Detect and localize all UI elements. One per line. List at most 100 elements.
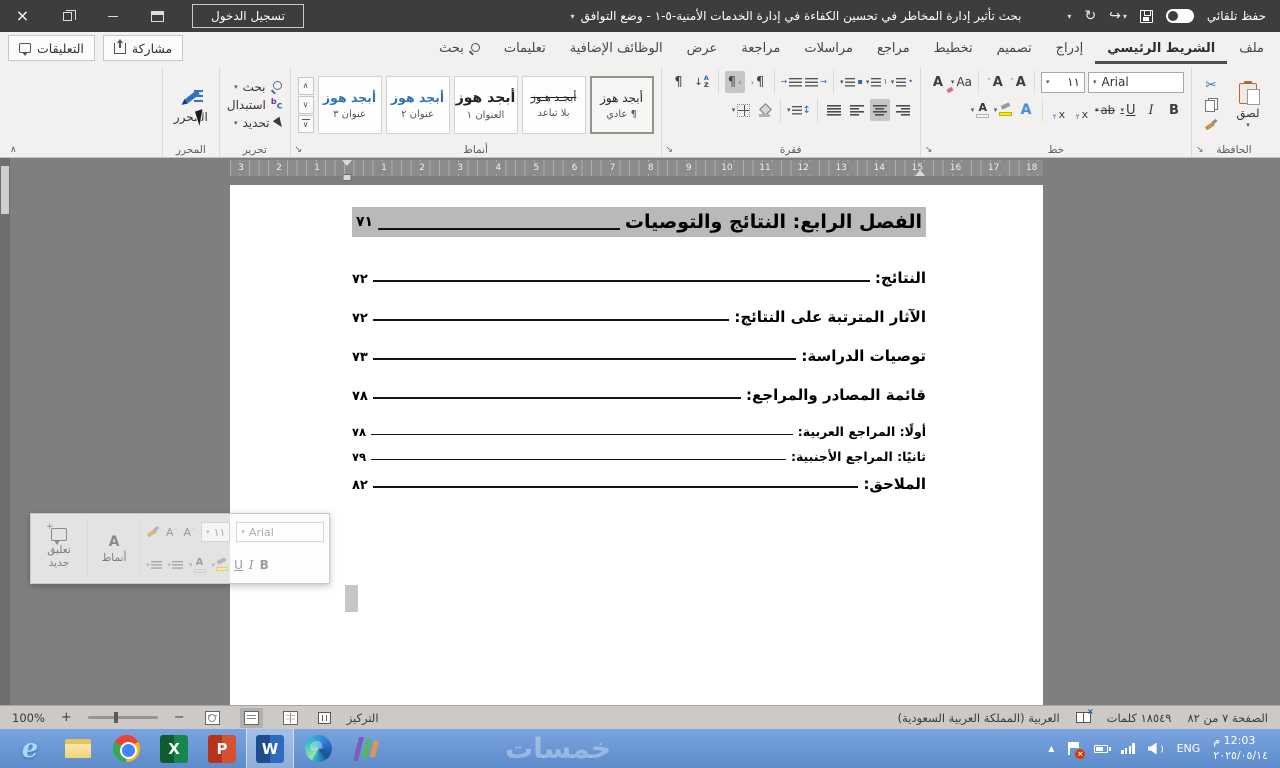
toc-entry[interactable]: قائمة المصادر والمراجع: ٧٨: [352, 378, 926, 404]
zoom-slider[interactable]: [87, 712, 158, 723]
clear-formatting-button[interactable]: A: [928, 71, 948, 93]
change-case-button[interactable]: Aa ▾: [951, 71, 972, 93]
toc-entry[interactable]: أولًا: المراجع العربية: ٧٨: [352, 417, 926, 439]
tab-2[interactable]: إدراج: [1044, 32, 1096, 64]
font-dialog-launcher[interactable]: ↘: [925, 146, 933, 155]
minibar-bullets-button[interactable]: ▾: [168, 561, 184, 569]
tab-11[interactable]: بحث: [427, 32, 492, 64]
sign-in-button[interactable]: تسجيل الدخول: [192, 4, 304, 28]
strikethrough-button[interactable]: ab ▾: [1095, 99, 1115, 121]
left-indent-marker[interactable]: [342, 174, 352, 181]
tab-3[interactable]: تصميم: [985, 32, 1044, 64]
tab-6[interactable]: مراسلات: [792, 32, 865, 64]
font-size-combo[interactable]: ▾ ١١: [1041, 71, 1085, 93]
style-card-nospace[interactable]: أبجـد هـوز بلا تباعد: [521, 76, 586, 134]
find-button[interactable]: بحث ▾: [227, 80, 283, 94]
toc-entry[interactable]: ثانيًا: المراجع الأجنبية: ٧٩: [352, 442, 926, 464]
taskbar-excel-button[interactable]: X: [150, 729, 198, 768]
paste-button[interactable]: لصق ▾: [1227, 68, 1269, 142]
view-web-layout-button[interactable]: [201, 708, 224, 728]
volume-icon[interactable]: [1147, 742, 1164, 755]
tab-7[interactable]: مراجعة: [729, 32, 792, 64]
zoom-out-button[interactable]: −: [174, 710, 185, 725]
right-indent-marker[interactable]: [915, 170, 925, 176]
taskbar-chrome-button[interactable]: [102, 729, 150, 768]
clock[interactable]: 12:03 م ٢٠٢٥/٠٥/١٤: [1213, 734, 1268, 763]
quick-access-caret-icon[interactable]: ▾: [1067, 12, 1071, 21]
justify-button[interactable]: [824, 99, 844, 121]
toc-entry[interactable]: الملاحق: ٨٢: [352, 467, 926, 493]
save-icon[interactable]: [1139, 9, 1153, 23]
paragraph-dialog-launcher[interactable]: ↘: [666, 146, 674, 155]
minibar-numbering-button[interactable]: ▾: [146, 561, 162, 569]
minibar-font-name[interactable]: ▾ Arial: [236, 522, 324, 542]
show-paragraph-marks-button[interactable]: ¶: [669, 71, 689, 93]
format-painter-button[interactable]: [1199, 116, 1223, 134]
page-indicator[interactable]: الصفحة ٧ من ٨٢: [1187, 711, 1268, 725]
rtl-paragraph-button[interactable]: › ¶: [724, 71, 745, 93]
align-left-button[interactable]: [847, 99, 867, 121]
vertical-scrollbar[interactable]: [0, 158, 10, 705]
font-color-button[interactable]: A ▾: [970, 99, 990, 121]
increase-indent-button[interactable]: →: [781, 71, 803, 93]
taskbar-word-button[interactable]: W: [246, 729, 294, 768]
taskbar-internet-explorer-button[interactable]: e: [6, 729, 54, 768]
tab-9[interactable]: الوظائف الإضافية: [558, 32, 675, 64]
taskbar-edge-button[interactable]: [294, 729, 342, 768]
taskbar-file-explorer-button[interactable]: [54, 729, 102, 768]
grow-font-button[interactable]: Aˆ: [1008, 71, 1028, 93]
styles-scroll-up-button[interactable]: ∧: [297, 77, 314, 95]
view-read-mode-button[interactable]: [279, 708, 302, 728]
minibar-grow-font-button[interactable]: Aˆ: [184, 526, 196, 539]
document-page[interactable]: الفصل الرابع: النتائج والتوصيات ٧١ النتائج…: [230, 185, 1043, 705]
action-center-flag-icon[interactable]: ×: [1067, 741, 1086, 759]
zoom-in-button[interactable]: +: [61, 710, 72, 725]
style-card-h3[interactable]: أبجد هوز عنوان ٣: [317, 76, 382, 134]
new-comment-button[interactable]: تعليق جديد: [36, 519, 82, 578]
text-effects-button[interactable]: A: [1016, 99, 1036, 121]
share-button[interactable]: مشاركة: [102, 35, 184, 61]
line-spacing-button[interactable]: ↕ ▾: [787, 99, 811, 121]
scrollbar-thumb[interactable]: [1, 166, 9, 214]
style-card-h2[interactable]: أبجد هوز عنوان ٢: [385, 76, 450, 134]
minibar-underline-button[interactable]: U: [234, 558, 243, 572]
italic-button[interactable]: I: [1141, 99, 1161, 121]
styles-more-button[interactable]: ∨: [297, 115, 314, 133]
font-name-combo[interactable]: ▾ Arial: [1088, 71, 1184, 93]
undo-button[interactable]: ↪ ▾: [1109, 9, 1127, 23]
focus-icon[interactable]: [317, 711, 331, 724]
language-indicator[interactable]: العربية (المملكة العربية السعودية): [898, 711, 1060, 725]
collapse-ribbon-icon[interactable]: ∧: [10, 145, 17, 155]
toc-entry[interactable]: النتائج: ٧٢: [352, 261, 926, 287]
align-center-button[interactable]: [869, 99, 890, 121]
minibar-highlight-button[interactable]: ▾: [212, 559, 229, 571]
toc-entry[interactable]: الفصل الرابع: النتائج والتوصيات ٧١: [352, 207, 926, 237]
tab-10[interactable]: تعليمات: [492, 32, 558, 64]
style-card-h1[interactable]: أبجد هوز العنوان ١: [453, 76, 518, 134]
minibar-shrink-font-button[interactable]: Aˇ: [166, 526, 178, 539]
autosave-toggle[interactable]: [1165, 9, 1194, 23]
borders-button[interactable]: ▾: [731, 99, 751, 121]
bullets-button[interactable]: • ▾: [891, 71, 913, 93]
align-right-button[interactable]: [893, 99, 913, 121]
close-button[interactable]: ×: [0, 0, 45, 32]
battery-icon[interactable]: [1094, 744, 1112, 753]
window-layout-button[interactable]: [135, 0, 180, 32]
word-count[interactable]: ١٨٥٤٩ كلمات: [1107, 711, 1172, 725]
shrink-font-button[interactable]: Aˇ: [985, 71, 1005, 93]
editor-button[interactable]: المحرر: [170, 68, 212, 142]
minibar-styles-button[interactable]: A أنماط: [93, 519, 135, 578]
redo-icon[interactable]: ↻: [1084, 9, 1096, 23]
replace-button[interactable]: bc استبدال: [227, 98, 283, 112]
tab-0[interactable]: ملف: [1227, 32, 1276, 64]
minibar-italic-button[interactable]: I: [249, 558, 254, 572]
subscript-button[interactable]: x٢: [1072, 99, 1092, 121]
decrease-indent-button[interactable]: →: [805, 71, 827, 93]
zoom-percentage[interactable]: 100%: [12, 711, 45, 725]
style-card-normal[interactable]: أبجد هوز ¶ عادي: [589, 76, 654, 134]
minibar-font-color-button[interactable]: ▾ A: [189, 557, 206, 573]
ltr-paragraph-button[interactable]: ¶ ‹: [748, 71, 768, 93]
numbering-button[interactable]: ١ ▾: [866, 71, 888, 93]
tab-8[interactable]: عرض: [675, 32, 730, 64]
taskbar-powerpoint-button[interactable]: P: [198, 729, 246, 768]
